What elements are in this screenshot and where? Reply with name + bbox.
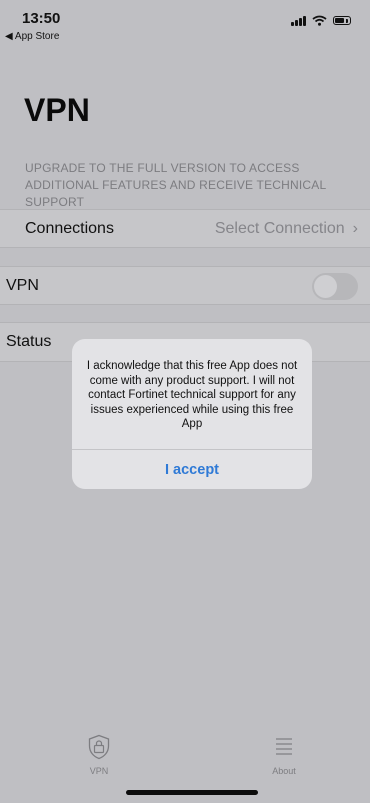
status-label: Status	[6, 333, 52, 350]
vpn-row: VPN	[0, 266, 370, 305]
lock-shield-icon	[88, 734, 110, 760]
chevron-right-icon: ›	[352, 220, 358, 237]
vpn-toggle[interactable]	[312, 273, 358, 300]
page-title: VPN	[24, 92, 90, 128]
upgrade-note: UPGRADE TO THE FULL VERSION TO ACCESS AD…	[25, 161, 326, 209]
connections-row[interactable]: Connections Select Connection ›	[0, 209, 370, 248]
signal-bars-icon	[291, 15, 306, 26]
connection-selector[interactable]: Select Connection ›	[215, 220, 358, 238]
status-time: 13:50	[22, 10, 61, 27]
tab-about-label: About	[272, 766, 296, 776]
vpn-label: VPN	[6, 277, 39, 294]
connections-label: Connections	[25, 220, 114, 237]
alert-message: I acknowledge that this free App does no…	[86, 360, 298, 430]
back-to-app-store-link[interactable]: ◀ App Store	[5, 31, 59, 42]
tab-vpn[interactable]: VPN	[59, 734, 139, 776]
status-bar: 13:50 ◀ App Store	[0, 0, 370, 50]
tab-about[interactable]: About	[244, 734, 324, 776]
tab-vpn-label: VPN	[89, 766, 109, 776]
support-disclaimer-alert: I acknowledge that this free App does no…	[72, 339, 312, 489]
wifi-icon	[312, 15, 327, 26]
list-icon	[276, 738, 292, 755]
home-indicator	[126, 790, 258, 795]
toggle-knob	[314, 275, 337, 298]
battery-icon	[333, 16, 351, 25]
connection-value: Select Connection	[214, 220, 345, 237]
status-icons	[291, 15, 351, 26]
accept-button[interactable]: I accept	[72, 450, 312, 489]
